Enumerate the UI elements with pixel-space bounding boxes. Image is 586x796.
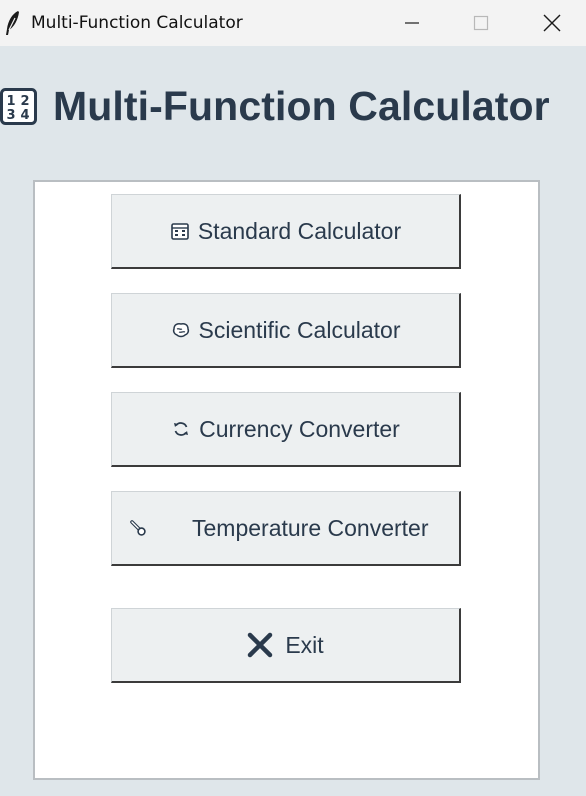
minimize-icon bbox=[405, 22, 419, 24]
svg-text:2: 2 bbox=[20, 94, 29, 109]
menu-card bbox=[33, 180, 540, 780]
exit-label: Exit bbox=[285, 631, 324, 658]
temperature-converter-label: Temperature Converter bbox=[192, 514, 429, 541]
svg-text:1: 1 bbox=[6, 94, 15, 109]
header-title-text: Multi-Function Calculator bbox=[53, 82, 550, 129]
standard-calculator-label: Standard Calculator bbox=[197, 217, 402, 244]
currency-converter-button[interactable]: Currency Converter bbox=[111, 392, 461, 467]
feather-icon bbox=[6, 11, 19, 35]
input-numbers-icon: 1 2 3 4 bbox=[0, 87, 37, 125]
standard-calculator-button[interactable]: Standard Calculator bbox=[111, 194, 461, 269]
brain-icon bbox=[172, 323, 189, 338]
window-titlebar[interactable]: Multi-Function Calculator bbox=[0, 0, 586, 46]
close-icon bbox=[543, 14, 561, 32]
exit-button[interactable]: Exit bbox=[111, 608, 461, 683]
window-title: Multi-Function Calculator bbox=[31, 13, 243, 33]
svg-text:3: 3 bbox=[6, 108, 15, 123]
maximize-icon bbox=[473, 15, 489, 31]
close-button[interactable] bbox=[523, 0, 581, 46]
maximize-button[interactable] bbox=[452, 0, 510, 46]
minimize-button[interactable] bbox=[383, 0, 441, 46]
svg-text:4: 4 bbox=[20, 108, 29, 123]
temperature-converter-button[interactable]: Temperature Converter bbox=[111, 491, 461, 566]
abacus-icon bbox=[171, 223, 189, 240]
page-title: 1 2 3 4 Multi-Function Calculator bbox=[0, 80, 550, 132]
scientific-calculator-label: Scientific Calculator bbox=[198, 316, 401, 343]
refresh-icon bbox=[174, 422, 189, 436]
currency-converter-label: Currency Converter bbox=[199, 415, 400, 442]
close-x-icon bbox=[248, 632, 273, 658]
thermometer-icon bbox=[130, 520, 146, 536]
scientific-calculator-button[interactable]: Scientific Calculator bbox=[111, 293, 461, 368]
